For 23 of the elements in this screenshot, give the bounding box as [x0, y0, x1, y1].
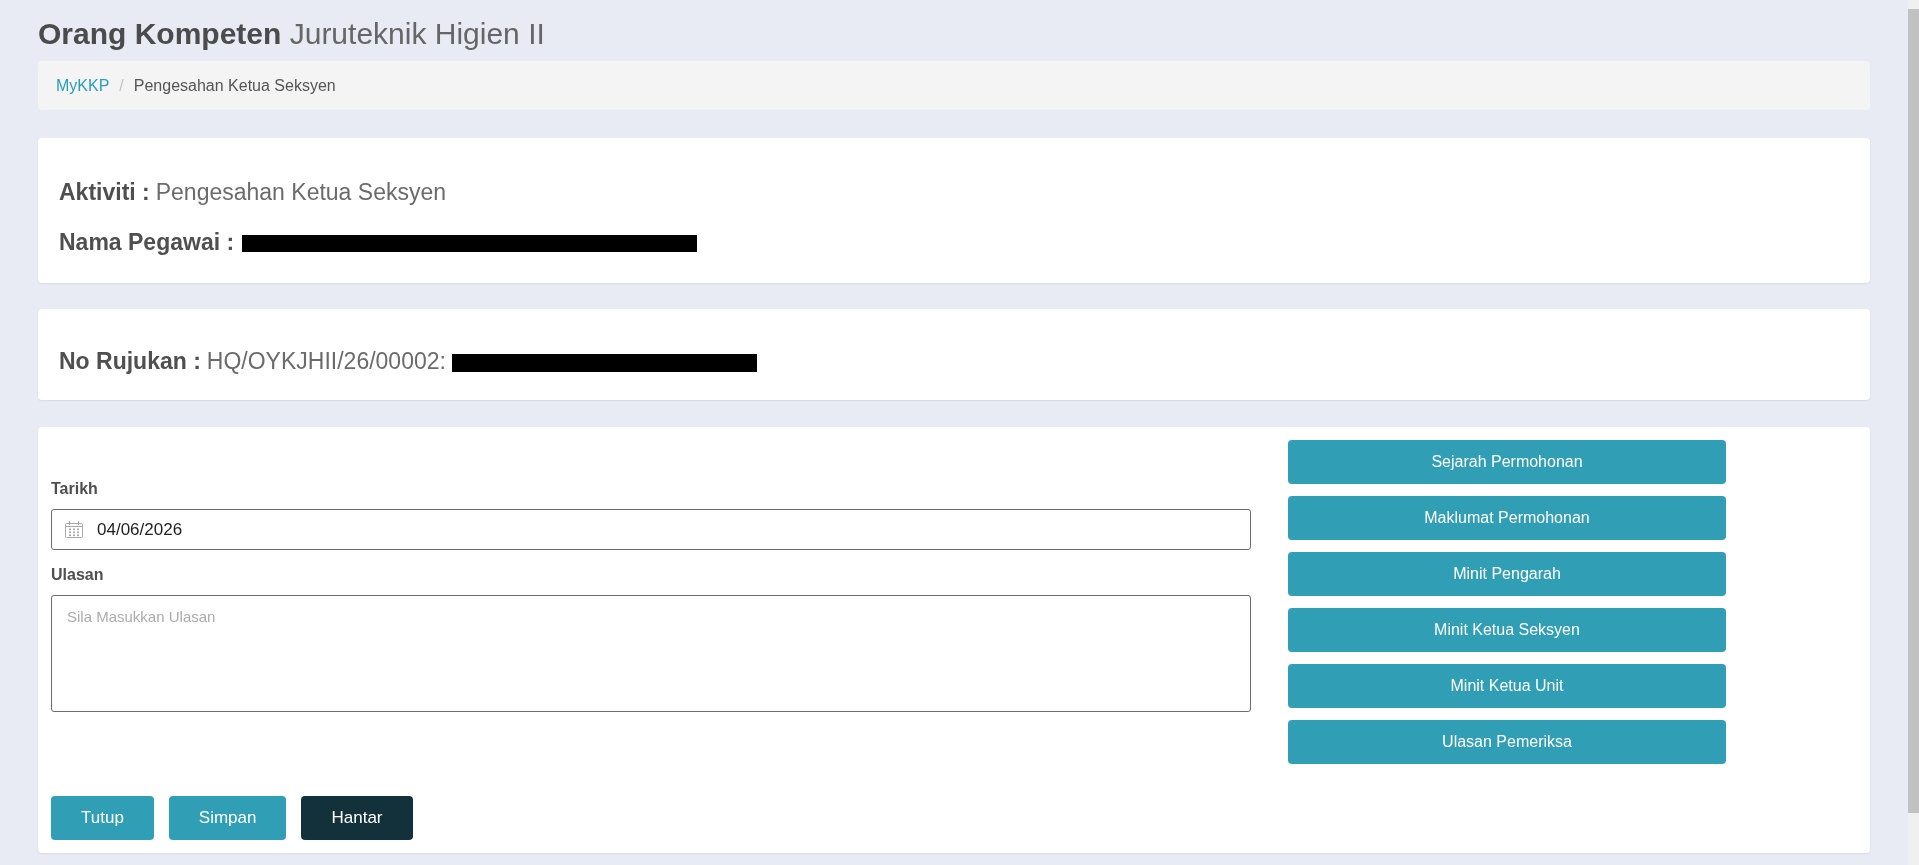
section-button[interactable]: Minit Pengarah	[1288, 552, 1726, 596]
section-button[interactable]: Ulasan Pemeriksa	[1288, 720, 1726, 764]
field-value: HQ/OYKJHII/26/00002:	[206, 348, 446, 374]
section-button[interactable]: Minit Ketua Unit	[1288, 664, 1726, 708]
action-button[interactable]: Tutup	[51, 796, 154, 840]
section-button[interactable]: Maklumat Permohonan	[1288, 496, 1726, 540]
date-field[interactable]: 04/06/2026	[51, 509, 1251, 550]
comment-field[interactable]: Sila Masukkan Ulasan	[51, 595, 1251, 712]
action-button[interactable]: Hantar	[301, 796, 413, 840]
breadcrumb-current: Pengesahan Ketua Seksyen	[133, 75, 336, 96]
section-button[interactable]: Sejarah Permohonan	[1288, 440, 1726, 484]
page-title: Orang Kompeten Juruteknik Higien II	[38, 16, 546, 52]
section-button[interactable]: Minit Ketua Seksyen	[1288, 608, 1726, 652]
field-value: Pengesahan Ketua Seksyen	[155, 179, 446, 205]
action-button[interactable]: Simpan	[168, 796, 287, 840]
field-label: Ulasan	[51, 565, 104, 585]
field-label: Aktiviti :	[59, 179, 150, 205]
breadcrumb-link[interactable]: MyKKP	[56, 75, 110, 96]
field-label: No Rujukan :	[59, 348, 201, 374]
breadcrumb-separator: /	[119, 75, 124, 96]
calendar-icon	[65, 521, 83, 538]
field-label: Nama Pegawai :	[59, 229, 235, 255]
field-label: Tarikh	[51, 479, 98, 499]
